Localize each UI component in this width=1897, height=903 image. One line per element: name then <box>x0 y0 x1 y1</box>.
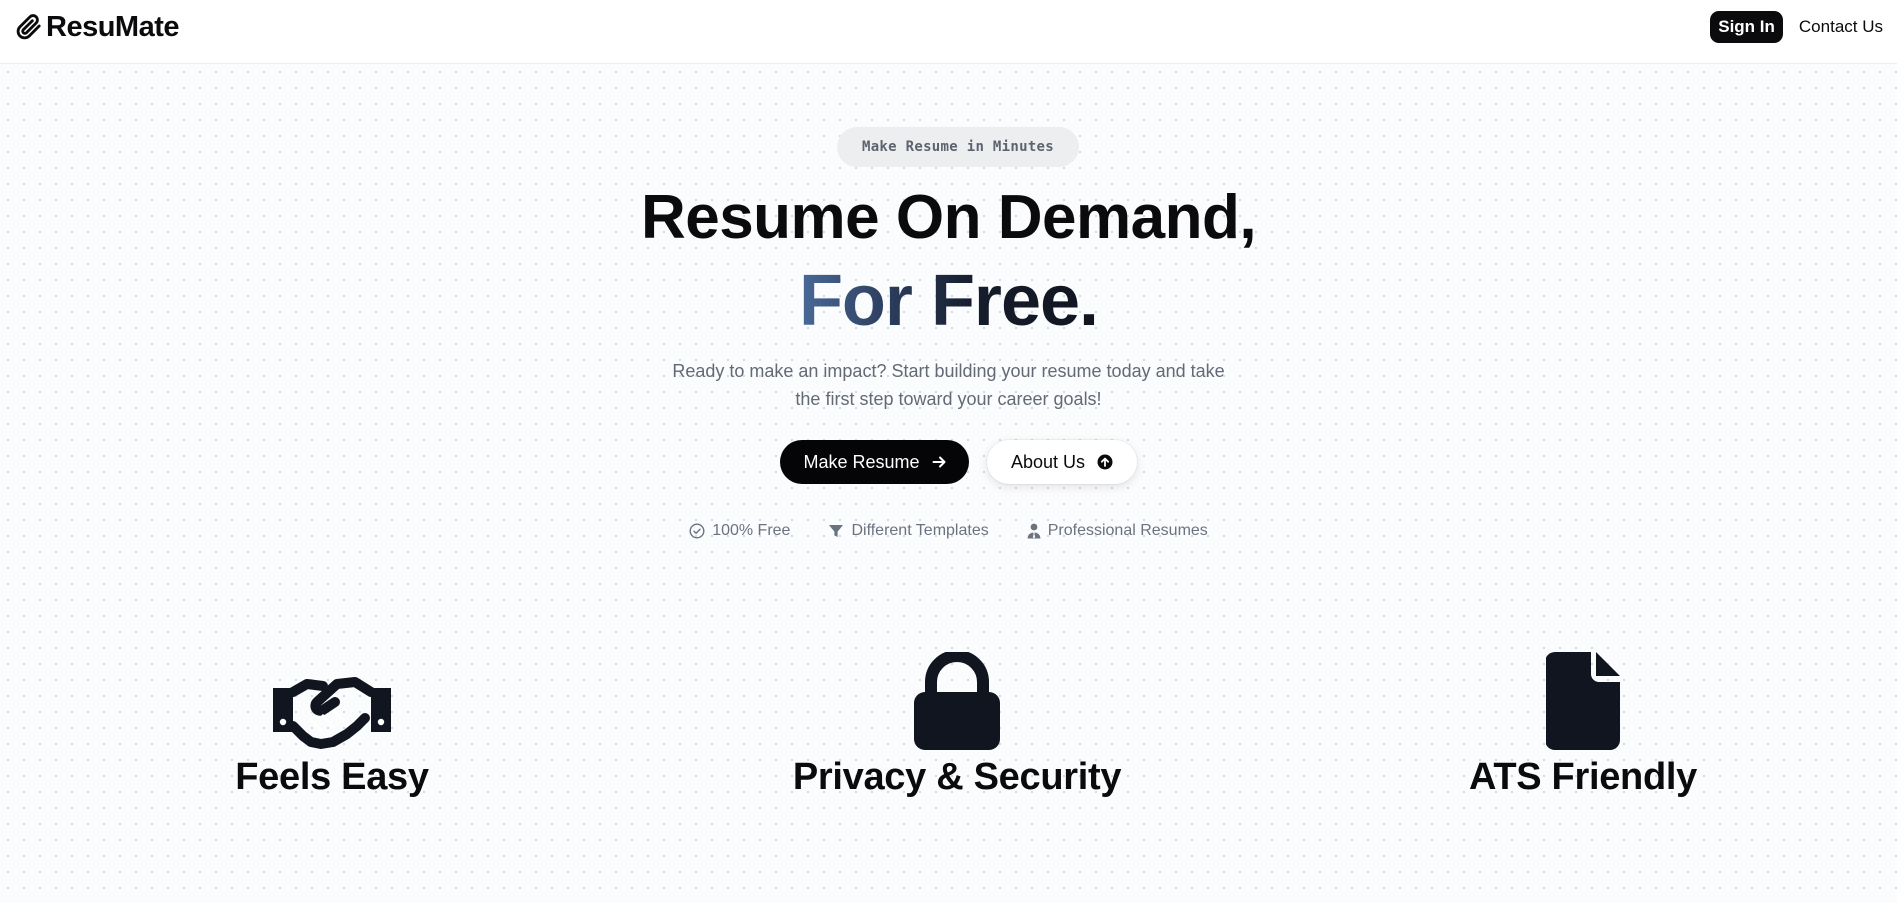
about-us-label: About Us <box>1010 451 1086 472</box>
hero-badge: Make Resume in Minutes <box>837 127 1079 167</box>
hero-title-line1: Resume On Demand, <box>640 183 1257 252</box>
brand-name: ResuMate <box>46 11 180 43</box>
arrow-up-circle-icon <box>1097 454 1113 470</box>
feature-card-title: ATS Friendly <box>1469 756 1697 798</box>
make-resume-button[interactable]: Make Resume <box>780 440 969 484</box>
header-nav: Sign In Contact Us <box>1710 11 1889 43</box>
feature-professional: Professional Resumes <box>1027 522 1208 540</box>
file-icon <box>1546 652 1620 750</box>
make-resume-label: Make Resume <box>803 451 920 472</box>
paperclip-icon <box>16 14 41 40</box>
about-us-button[interactable]: About Us <box>987 440 1137 484</box>
contact-us-link[interactable]: Contact Us <box>1793 11 1889 43</box>
lock-icon <box>914 652 1000 750</box>
feature-card-privacy: Privacy & Security <box>707 650 1207 800</box>
cta-buttons: Make Resume About Us <box>780 440 1137 484</box>
feature-card-title: Privacy & Security <box>792 756 1122 798</box>
feature-card-easy: Feels Easy <box>82 650 582 800</box>
top-navbar: ResuMate Sign In Contact Us <box>0 0 1897 64</box>
hero-features-list: 100% Free Different Templates Profession… <box>0 522 1897 540</box>
feature-free: 100% Free <box>689 522 790 540</box>
feature-label: Different Templates <box>851 522 989 539</box>
sign-in-button[interactable]: Sign In <box>1710 11 1783 43</box>
feature-label: Professional Resumes <box>1047 522 1208 539</box>
hero-title-line2: For Free. <box>0 261 1897 341</box>
filter-icon <box>829 525 844 537</box>
hero-subtitle: Ready to make an impact? Start building … <box>672 361 1225 409</box>
arrow-right-icon <box>932 456 946 468</box>
handshake-icon <box>273 677 391 749</box>
feature-templates: Different Templates <box>828 522 989 540</box>
user-tie-icon <box>1027 523 1041 539</box>
feature-label: 100% Free <box>712 522 791 539</box>
brand-logo-link[interactable]: ResuMate <box>16 10 180 44</box>
feature-card-title: Feels Easy <box>235 756 429 798</box>
check-circle-icon <box>689 523 705 539</box>
feature-card-ats: ATS Friendly <box>1333 650 1833 800</box>
hero-title-gradient-text: For Free. <box>798 261 1099 341</box>
